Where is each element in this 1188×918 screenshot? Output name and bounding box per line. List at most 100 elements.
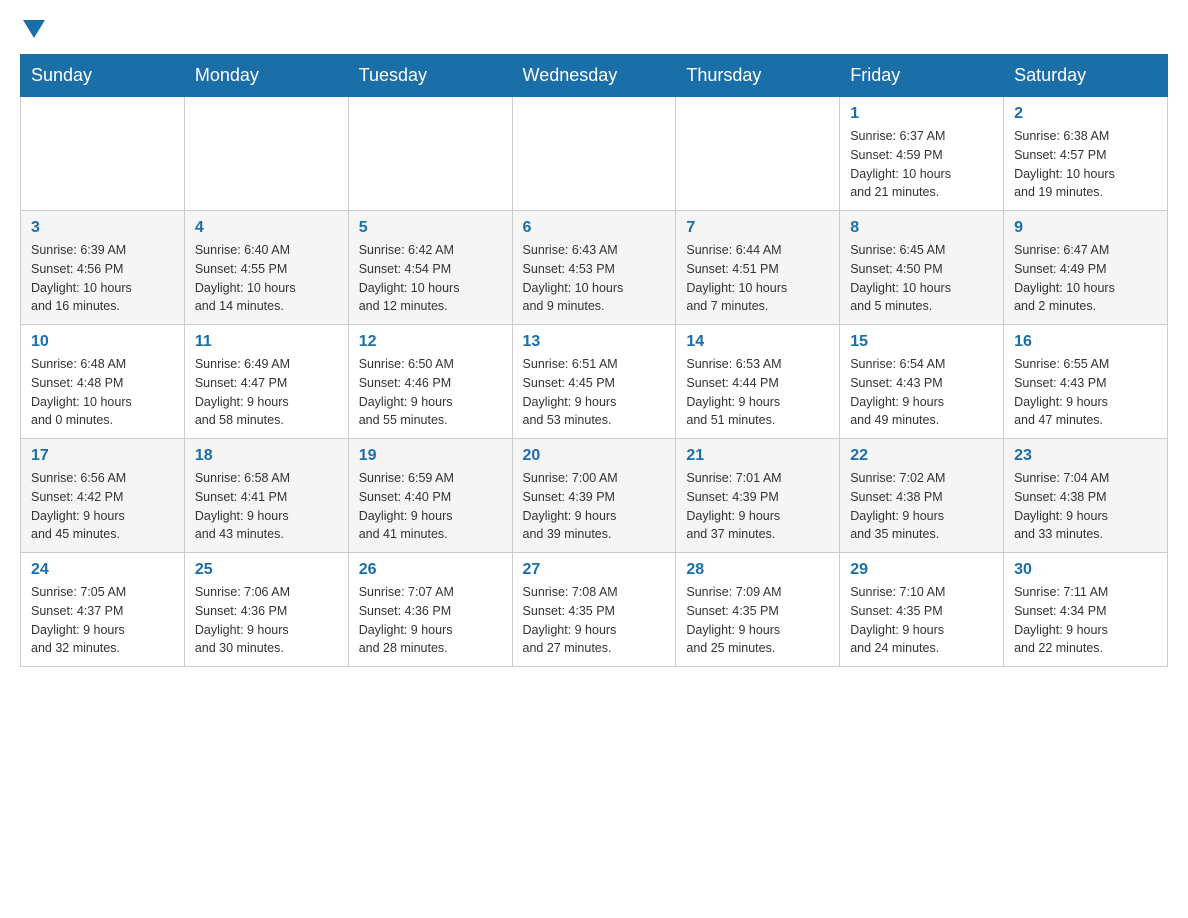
day-info: Sunrise: 7:01 AM Sunset: 4:39 PM Dayligh… [686, 469, 829, 544]
day-number: 30 [1014, 561, 1157, 579]
day-number: 18 [195, 447, 338, 465]
day-number: 11 [195, 333, 338, 351]
table-row: 13 Sunrise: 6:51 AM Sunset: 4:45 PM Dayli… [512, 325, 676, 439]
day-number: 9 [1014, 219, 1157, 237]
day-info: Sunrise: 6:54 AM Sunset: 4:43 PM Dayligh… [850, 355, 993, 430]
table-row: 6 Sunrise: 6:43 AM Sunset: 4:53 PM Daylig… [512, 211, 676, 325]
table-row [676, 97, 840, 211]
table-row: 28Sunrise: 7:09 AM Sunset: 4:35 PM Dayli… [676, 553, 840, 667]
day-info: Sunrise: 6:59 AM Sunset: 4:40 PM Dayligh… [359, 469, 502, 544]
day-number: 19 [359, 447, 502, 465]
calendar-week-row: 3 Sunrise: 6:39 AM Sunset: 4:56 PM Daylig… [21, 211, 1168, 325]
day-info: Sunrise: 6:39 AM Sunset: 4:56 PM Dayligh… [31, 241, 174, 316]
day-number: 10 [31, 333, 174, 351]
table-row: 21 Sunrise: 7:01 AM Sunset: 4:39 PM Dayli… [676, 439, 840, 553]
day-number: 8 [850, 219, 993, 237]
header-wednesday: Wednesday [512, 55, 676, 97]
day-info: Sunrise: 6:48 AM Sunset: 4:48 PM Dayligh… [31, 355, 174, 430]
logo-triangle-icon [23, 20, 45, 40]
day-info: Sunrise: 7:02 AM Sunset: 4:38 PM Dayligh… [850, 469, 993, 544]
header-tuesday: Tuesday [348, 55, 512, 97]
day-info: Sunrise: 6:50 AM Sunset: 4:46 PM Dayligh… [359, 355, 502, 430]
day-number: 7 [686, 219, 829, 237]
table-row: 20 Sunrise: 7:00 AM Sunset: 4:39 PM Dayli… [512, 439, 676, 553]
calendar-week-row: 1 Sunrise: 6:37 AM Sunset: 4:59 PM Daylig… [21, 97, 1168, 211]
table-row: 18 Sunrise: 6:58 AM Sunset: 4:41 PM Dayli… [184, 439, 348, 553]
day-info: Sunrise: 6:51 AM Sunset: 4:45 PM Dayligh… [523, 355, 666, 430]
day-number: 3 [31, 219, 174, 237]
day-info: Sunrise: 6:55 AM Sunset: 4:43 PM Dayligh… [1014, 355, 1157, 430]
table-row: 1 Sunrise: 6:37 AM Sunset: 4:59 PM Daylig… [840, 97, 1004, 211]
table-row: 25 Sunrise: 7:06 AM Sunset: 4:36 PM Dayli… [184, 553, 348, 667]
day-info: Sunrise: 7:11 AM Sunset: 4:34 PM Dayligh… [1014, 583, 1157, 658]
table-row: 2Sunrise: 6:38 AM Sunset: 4:57 PM Daylig… [1004, 97, 1168, 211]
day-number: 15 [850, 333, 993, 351]
day-info: Sunrise: 7:08 AM Sunset: 4:35 PM Dayligh… [523, 583, 666, 658]
day-number: 14 [686, 333, 829, 351]
logo [20, 20, 45, 34]
table-row [184, 97, 348, 211]
day-info: Sunrise: 6:56 AM Sunset: 4:42 PM Dayligh… [31, 469, 174, 544]
header-sunday: Sunday [21, 55, 185, 97]
day-number: 13 [523, 333, 666, 351]
header-thursday: Thursday [676, 55, 840, 97]
logo-row1 [20, 20, 45, 40]
header-monday: Monday [184, 55, 348, 97]
table-row: 26 Sunrise: 7:07 AM Sunset: 4:36 PM Dayli… [348, 553, 512, 667]
table-row [21, 97, 185, 211]
day-info: Sunrise: 6:58 AM Sunset: 4:41 PM Dayligh… [195, 469, 338, 544]
day-number: 21 [686, 447, 829, 465]
day-number: 5 [359, 219, 502, 237]
table-row: 16 Sunrise: 6:55 AM Sunset: 4:43 PM Dayli… [1004, 325, 1168, 439]
table-row: 17 Sunrise: 6:56 AM Sunset: 4:42 PM Dayli… [21, 439, 185, 553]
day-info: Sunrise: 7:06 AM Sunset: 4:36 PM Dayligh… [195, 583, 338, 658]
day-number: 16 [1014, 333, 1157, 351]
day-info: Sunrise: 7:07 AM Sunset: 4:36 PM Dayligh… [359, 583, 502, 658]
table-row: 7 Sunrise: 6:44 AM Sunset: 4:51 PM Daylig… [676, 211, 840, 325]
table-row: 29Sunrise: 7:10 AM Sunset: 4:35 PM Dayli… [840, 553, 1004, 667]
day-info: Sunrise: 6:53 AM Sunset: 4:44 PM Dayligh… [686, 355, 829, 430]
day-info: Sunrise: 6:47 AM Sunset: 4:49 PM Dayligh… [1014, 241, 1157, 316]
table-row: 3 Sunrise: 6:39 AM Sunset: 4:56 PM Daylig… [21, 211, 185, 325]
day-number: 1 [850, 105, 993, 123]
table-row: 15 Sunrise: 6:54 AM Sunset: 4:43 PM Dayli… [840, 325, 1004, 439]
table-row: 11 Sunrise: 6:49 AM Sunset: 4:47 PM Dayli… [184, 325, 348, 439]
header-saturday: Saturday [1004, 55, 1168, 97]
calendar-week-row: 24Sunrise: 7:05 AM Sunset: 4:37 PM Dayli… [21, 553, 1168, 667]
table-row: 24Sunrise: 7:05 AM Sunset: 4:37 PM Dayli… [21, 553, 185, 667]
day-number: 6 [523, 219, 666, 237]
day-number: 26 [359, 561, 502, 579]
calendar-table: Sunday Monday Tuesday Wednesday Thursday… [20, 54, 1168, 667]
table-row: 23 Sunrise: 7:04 AM Sunset: 4:38 PM Dayli… [1004, 439, 1168, 553]
day-number: 23 [1014, 447, 1157, 465]
day-number: 20 [523, 447, 666, 465]
day-info: Sunrise: 6:49 AM Sunset: 4:47 PM Dayligh… [195, 355, 338, 430]
day-info: Sunrise: 7:05 AM Sunset: 4:37 PM Dayligh… [31, 583, 174, 658]
day-number: 22 [850, 447, 993, 465]
day-number: 12 [359, 333, 502, 351]
table-row: 10 Sunrise: 6:48 AM Sunset: 4:48 PM Dayli… [21, 325, 185, 439]
day-info: Sunrise: 6:37 AM Sunset: 4:59 PM Dayligh… [850, 127, 993, 202]
table-row: 19 Sunrise: 6:59 AM Sunset: 4:40 PM Dayli… [348, 439, 512, 553]
day-number: 2 [1014, 105, 1157, 123]
day-info: Sunrise: 7:09 AM Sunset: 4:35 PM Dayligh… [686, 583, 829, 658]
day-info: Sunrise: 6:44 AM Sunset: 4:51 PM Dayligh… [686, 241, 829, 316]
table-row: 12 Sunrise: 6:50 AM Sunset: 4:46 PM Dayli… [348, 325, 512, 439]
table-row: 27Sunrise: 7:08 AM Sunset: 4:35 PM Dayli… [512, 553, 676, 667]
day-info: Sunrise: 7:10 AM Sunset: 4:35 PM Dayligh… [850, 583, 993, 658]
day-info: Sunrise: 6:43 AM Sunset: 4:53 PM Dayligh… [523, 241, 666, 316]
day-info: Sunrise: 7:04 AM Sunset: 4:38 PM Dayligh… [1014, 469, 1157, 544]
table-row: 14 Sunrise: 6:53 AM Sunset: 4:44 PM Dayli… [676, 325, 840, 439]
day-info: Sunrise: 7:00 AM Sunset: 4:39 PM Dayligh… [523, 469, 666, 544]
table-row [512, 97, 676, 211]
page-header [20, 20, 1168, 34]
day-number: 25 [195, 561, 338, 579]
calendar-week-row: 17 Sunrise: 6:56 AM Sunset: 4:42 PM Dayli… [21, 439, 1168, 553]
table-row [348, 97, 512, 211]
table-row: 8Sunrise: 6:45 AM Sunset: 4:50 PM Daylig… [840, 211, 1004, 325]
day-number: 17 [31, 447, 174, 465]
calendar-week-row: 10 Sunrise: 6:48 AM Sunset: 4:48 PM Dayli… [21, 325, 1168, 439]
table-row: 5 Sunrise: 6:42 AM Sunset: 4:54 PM Daylig… [348, 211, 512, 325]
day-info: Sunrise: 6:42 AM Sunset: 4:54 PM Dayligh… [359, 241, 502, 316]
header-friday: Friday [840, 55, 1004, 97]
